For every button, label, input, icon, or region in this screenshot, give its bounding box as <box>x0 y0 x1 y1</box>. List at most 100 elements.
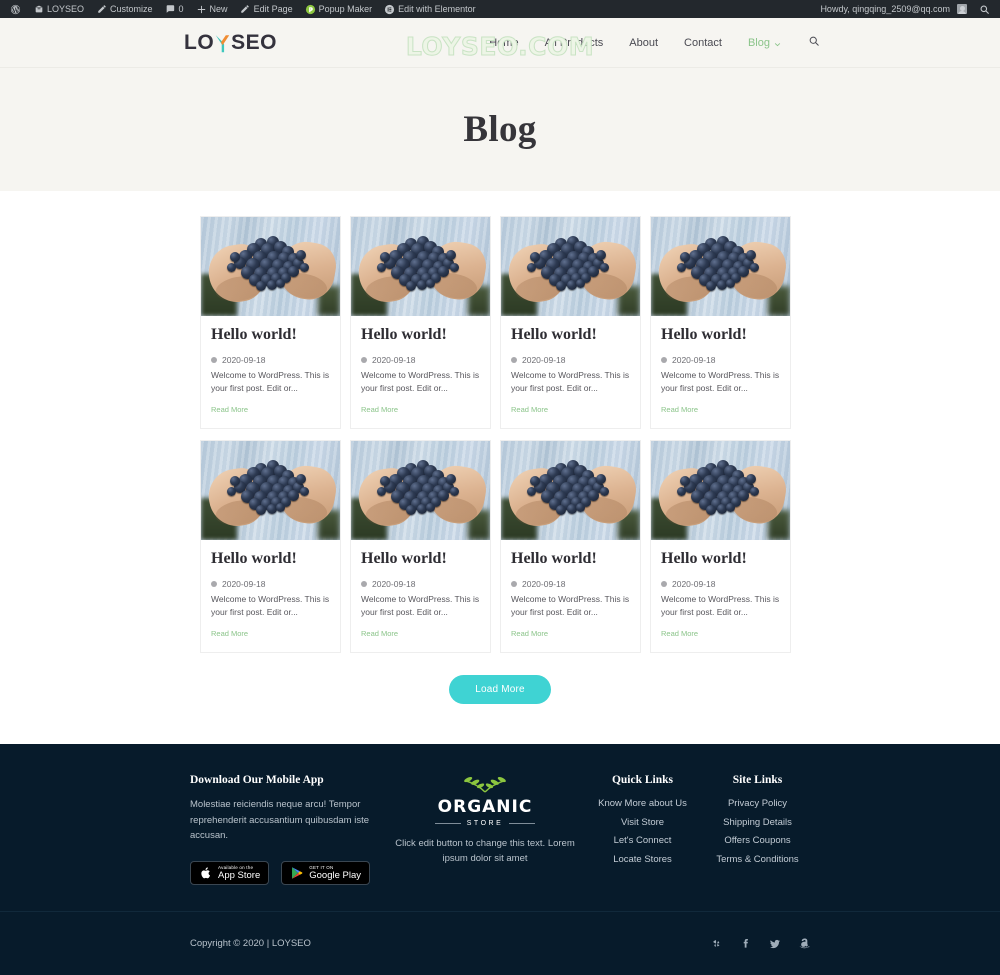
post-body: Hello world! 2020-09-18 Welcome to WordPre… <box>351 316 490 428</box>
google-play-badge[interactable]: GET IT ON Google Play <box>281 861 371 886</box>
post-thumbnail[interactable] <box>201 217 340 316</box>
post-thumbnail[interactable] <box>651 217 790 316</box>
site-footer: Download Our Mobile App Molestiae reicie… <box>0 744 1000 975</box>
edit-icon <box>240 4 251 15</box>
blog-post-card[interactable]: Hello world! 2020-09-18 Welcome to WordPre… <box>200 440 341 654</box>
admin-bar-edit-page[interactable]: Edit Page <box>234 0 299 18</box>
avatar <box>957 4 967 14</box>
header-search-button[interactable] <box>794 34 820 52</box>
clock-icon <box>661 581 667 588</box>
admin-bar-customize[interactable]: Customize <box>90 0 159 18</box>
read-more-link[interactable]: Read More <box>211 629 248 638</box>
nav-label: Contact <box>684 36 722 49</box>
facebook-icon[interactable] <box>740 938 751 949</box>
nav-item-about[interactable]: About <box>616 33 671 53</box>
post-body: Hello world! 2020-09-18 Welcome to WordPre… <box>501 540 640 652</box>
twitter-icon[interactable] <box>769 938 781 950</box>
post-thumbnail[interactable] <box>351 441 490 541</box>
app-badges: Available on the App Store GET IT ON Goo… <box>190 861 380 886</box>
read-more-link[interactable]: Read More <box>511 405 548 414</box>
blog-post-card[interactable]: Hello world! 2020-09-18 Welcome to WordPre… <box>500 440 641 654</box>
site-link-item[interactable]: Terms & Conditions <box>705 855 810 865</box>
blog-post-card[interactable]: Hello world! 2020-09-18 Welcome to WordPre… <box>650 440 791 654</box>
post-title[interactable]: Hello world! <box>661 550 780 568</box>
page-hero: Blog <box>0 68 1000 191</box>
google-play-badge-text: GET IT ON Google Play <box>309 865 361 881</box>
post-date: 2020-09-18 <box>522 579 566 590</box>
post-title[interactable]: Hello world! <box>211 550 330 568</box>
quick-link-item[interactable]: Locate Stores <box>590 855 695 865</box>
admin-bar-popup-maker-label: Popup Maker <box>318 4 373 14</box>
admin-bar-edit-page-label: Edit Page <box>253 4 293 14</box>
blog-post-card[interactable]: Hello world! 2020-09-18 Welcome to WordPre… <box>650 216 791 430</box>
admin-bar-site-name[interactable]: LOYSEO <box>27 0 90 18</box>
site-link-item[interactable]: Privacy Policy <box>705 799 810 809</box>
admin-bar-my-account[interactable]: Howdy, qingqing_2509@qq.com <box>814 0 973 18</box>
clock-icon <box>211 581 217 588</box>
blog-post-card[interactable]: Hello world! 2020-09-18 Welcome to WordPre… <box>200 216 341 430</box>
quick-link-item[interactable]: Visit Store <box>590 818 695 828</box>
read-more-link[interactable]: Read More <box>661 405 698 414</box>
post-thumbnail[interactable] <box>651 441 790 541</box>
nav-item-blog[interactable]: Blog <box>735 33 794 53</box>
post-meta: 2020-09-18 <box>661 355 780 365</box>
search-icon <box>979 4 990 15</box>
nav-item-home[interactable]: Home <box>476 33 531 53</box>
read-more-link[interactable]: Read More <box>211 405 248 414</box>
admin-bar-comments[interactable]: 0 <box>159 0 190 18</box>
site-logo[interactable]: LO SEO <box>184 32 277 53</box>
post-date: 2020-09-18 <box>672 355 716 366</box>
post-title[interactable]: Hello world! <box>661 326 780 344</box>
footer-brand-tagline: Click edit button to change this text. L… <box>395 838 575 865</box>
admin-bar-search-button[interactable] <box>973 0 996 18</box>
post-title[interactable]: Hello world! <box>511 326 630 344</box>
social-links <box>711 938 810 950</box>
post-thumbnail[interactable] <box>501 217 640 316</box>
read-more-link[interactable]: Read More <box>661 629 698 638</box>
post-excerpt: Welcome to WordPress. This is your first… <box>661 594 780 617</box>
post-title[interactable]: Hello world! <box>361 326 480 344</box>
nav-label: About <box>629 36 659 49</box>
admin-bar-popup-maker[interactable]: Popup Maker <box>299 0 379 18</box>
admin-bar-customize-label: Customize <box>110 4 153 14</box>
admin-bar-edit-with-elementor[interactable]: Edit with Elementor <box>378 0 482 18</box>
post-thumbnail[interactable] <box>201 441 340 541</box>
blog-post-card[interactable]: Hello world! 2020-09-18 Welcome to WordPre… <box>350 216 491 430</box>
admin-bar-comments-count: 0 <box>178 4 184 14</box>
site-link-item[interactable]: Offers Coupons <box>705 836 810 846</box>
post-meta: 2020-09-18 <box>211 355 330 365</box>
app-store-badge[interactable]: Available on the App Store <box>190 861 270 886</box>
blog-post-card[interactable]: Hello world! 2020-09-18 Welcome to WordPre… <box>350 440 491 654</box>
post-body: Hello world! 2020-09-18 Welcome to WordPre… <box>651 540 790 652</box>
post-thumbnail[interactable] <box>501 441 640 541</box>
blog-post-card[interactable]: Hello world! 2020-09-18 Welcome to WordPre… <box>500 216 641 430</box>
quick-link-item[interactable]: Know More about Us <box>590 799 695 809</box>
quick-link-item[interactable]: Let's Connect <box>590 836 695 846</box>
site-link-item[interactable]: Shipping Details <box>705 818 810 828</box>
amazon-icon[interactable] <box>799 938 810 949</box>
nav-item-all-products[interactable]: All Products <box>532 33 617 53</box>
pencil-icon <box>96 4 107 15</box>
footer-app-heading: Download Our Mobile App <box>190 774 324 787</box>
post-title[interactable]: Hello world! <box>211 326 330 344</box>
admin-bar-wordpress-logo[interactable] <box>4 0 27 18</box>
plus-icon <box>196 4 207 15</box>
read-more-link[interactable]: Read More <box>511 629 548 638</box>
divider-left <box>434 823 461 825</box>
load-more-button[interactable]: Load More <box>449 675 551 705</box>
read-more-link[interactable]: Read More <box>361 629 398 638</box>
footer-bottom-bar: Copyright © 2020 | LOYSEO <box>0 911 1000 975</box>
page-title: Blog <box>463 109 537 150</box>
admin-bar-left-group: LOYSEO Customize 0 New Edit Page Popup M… <box>4 0 482 18</box>
yelp-icon[interactable] <box>711 938 722 949</box>
divider-right <box>509 823 536 825</box>
nav-item-contact[interactable]: Contact <box>671 33 735 53</box>
admin-bar-new[interactable]: New <box>190 0 234 18</box>
main-navigation: Home All Products About Contact Blog <box>476 33 820 53</box>
post-title[interactable]: Hello world! <box>511 550 630 568</box>
read-more-link[interactable]: Read More <box>361 405 398 414</box>
post-title[interactable]: Hello world! <box>361 550 480 568</box>
app-store-badge-text: Available on the App Store <box>218 865 260 881</box>
post-thumbnail[interactable] <box>351 217 490 316</box>
admin-bar-elementor-label: Edit with Elementor <box>398 4 476 14</box>
